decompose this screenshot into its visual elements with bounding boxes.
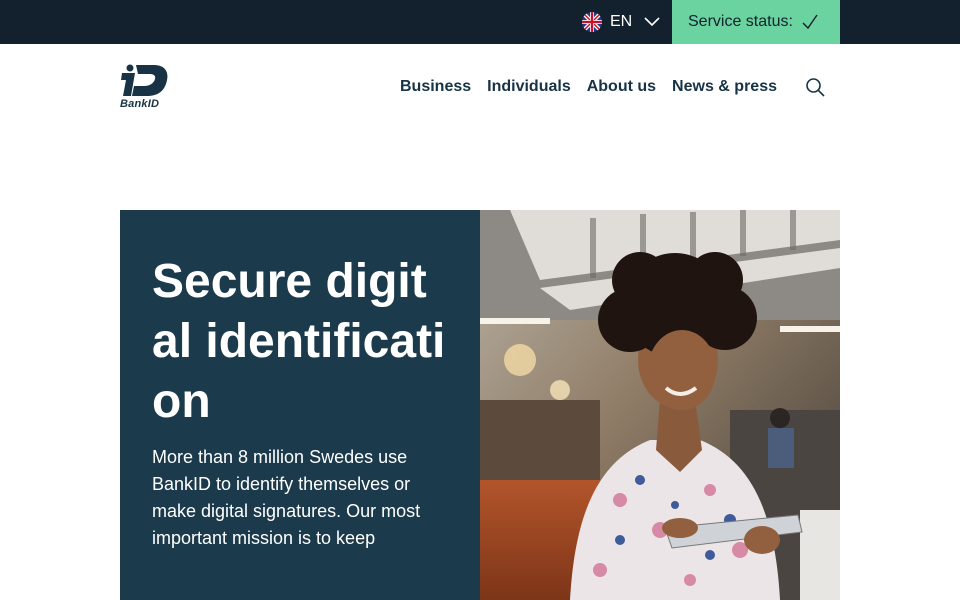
top-utility-bar: EN Service status: [0, 0, 960, 44]
nav-item-news-press[interactable]: News & press [672, 78, 777, 96]
nav-item-business[interactable]: Business [400, 78, 471, 96]
site-header: BankID Business Individuals About us New… [0, 44, 960, 130]
language-label: EN [610, 13, 633, 30]
hero-title: Secure digital identification [152, 255, 446, 428]
hero-text-panel: Secure digital identification More than … [120, 210, 480, 600]
hero-section: Secure digital identification More than … [120, 210, 840, 600]
bankid-logo-mark [121, 64, 168, 96]
service-status-label: Service status: [688, 13, 793, 30]
nav-item-individuals[interactable]: Individuals [487, 78, 571, 96]
hero-photo-illustration [480, 210, 840, 600]
language-selector[interactable]: EN [582, 0, 660, 44]
main-nav: Business Individuals About us News & pre… [400, 44, 777, 130]
search-icon[interactable] [805, 77, 825, 97]
hero-description: More than 8 million Swedes use BankID to… [152, 447, 421, 548]
service-status-button[interactable]: Service status: [672, 0, 840, 44]
chevron-down-icon [644, 17, 660, 27]
woman-with-tablet-photo [480, 210, 840, 600]
bankid-logo-text: BankID [120, 98, 160, 110]
check-icon [802, 14, 818, 30]
nav-item-about-us[interactable]: About us [587, 78, 656, 96]
uk-flag-icon [582, 12, 602, 32]
